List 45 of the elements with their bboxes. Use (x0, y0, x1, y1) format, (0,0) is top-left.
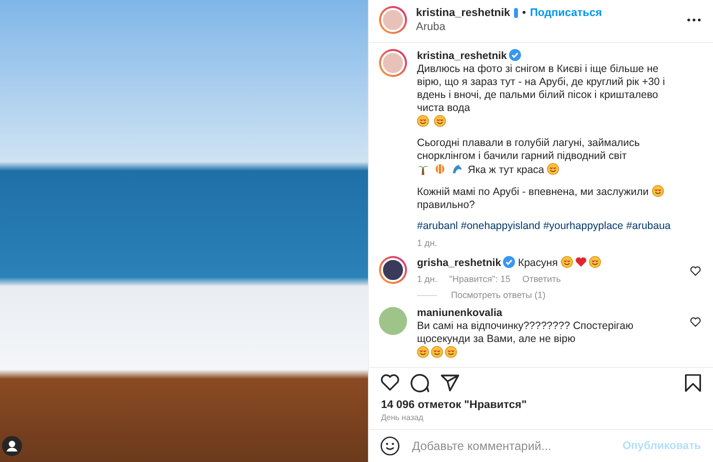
heart-emoji-icon (574, 256, 587, 268)
smiley-emoji-icon (547, 163, 560, 175)
separator: • (522, 7, 526, 19)
comment-time: 1 дн. (417, 274, 438, 284)
share-icon[interactable] (440, 373, 460, 393)
comment-icon[interactable] (410, 373, 430, 393)
hashtag-link[interactable]: #arubanl (417, 220, 458, 232)
fish-emoji-icon (434, 163, 446, 175)
comment-text: Красуня (518, 257, 558, 270)
heart-icon[interactable] (380, 373, 400, 391)
smiley-emoji-icon (417, 115, 429, 127)
emoji-icon[interactable] (380, 436, 400, 456)
smiley-emoji-icon (652, 185, 664, 197)
more-options-icon[interactable] (687, 18, 701, 22)
caption-text: Кожній мамі по Арубі - впевнена, ми заслужили (417, 186, 649, 199)
comment-input[interactable]: Добавьте комментарий... (410, 438, 612, 454)
caption-text: правильно? (417, 199, 475, 212)
bookmark-icon[interactable] (685, 373, 701, 393)
likes-count[interactable]: 14 096 отметок "Нравится" (369, 395, 713, 413)
smiley-emoji-icon (417, 346, 429, 358)
smiley-emoji-icon (445, 346, 457, 358)
caption-text: Яка ж тут краса (468, 164, 544, 177)
smiley-emoji-icon (588, 256, 601, 268)
caption-text: Дивлюсь на фото зі снігом в Києві і іще більше не вірю, що я зараз тут - на Арубі, де круглий рік +30 і вдень і вночі, де пальми білий пісок і кришталево чиста вода (417, 63, 666, 115)
heart-icon[interactable] (690, 266, 701, 276)
username[interactable]: kristina_reshetnik (417, 50, 507, 62)
username[interactable]: grisha_reshetnik (417, 257, 502, 269)
hashtag-link[interactable]: #yourhappyplace (543, 220, 624, 232)
smiley-emoji-icon (560, 256, 573, 268)
post-time: 1 дн. (417, 238, 438, 248)
posted-date: День назад (380, 413, 424, 424)
comment-text: Ви самі на відпочинку???????? Спостерігаю щосекунди за Вами, але не вірю (417, 320, 634, 346)
smiley-emoji-icon (431, 346, 443, 358)
location-link[interactable]: Aruba (416, 21, 678, 33)
username[interactable]: kristina_reshetnik (416, 7, 510, 19)
palm-tree-emoji-icon (417, 163, 429, 175)
user-tag-icon[interactable] (2, 436, 22, 456)
smiley-emoji-icon (434, 115, 446, 127)
heart-icon[interactable] (690, 317, 701, 327)
caption-text: Сьогодні плавали в голубій лагуні, займались снорклінгом і бачили гарний підводний світ (417, 137, 641, 163)
hashtag-link[interactable]: #arubaua (626, 220, 671, 232)
avatar[interactable] (379, 256, 407, 284)
username[interactable]: maniunenkovalia (417, 307, 502, 319)
hashtag-link[interactable]: #onehappyisland (460, 220, 540, 232)
dolphin-emoji-icon (450, 163, 463, 175)
